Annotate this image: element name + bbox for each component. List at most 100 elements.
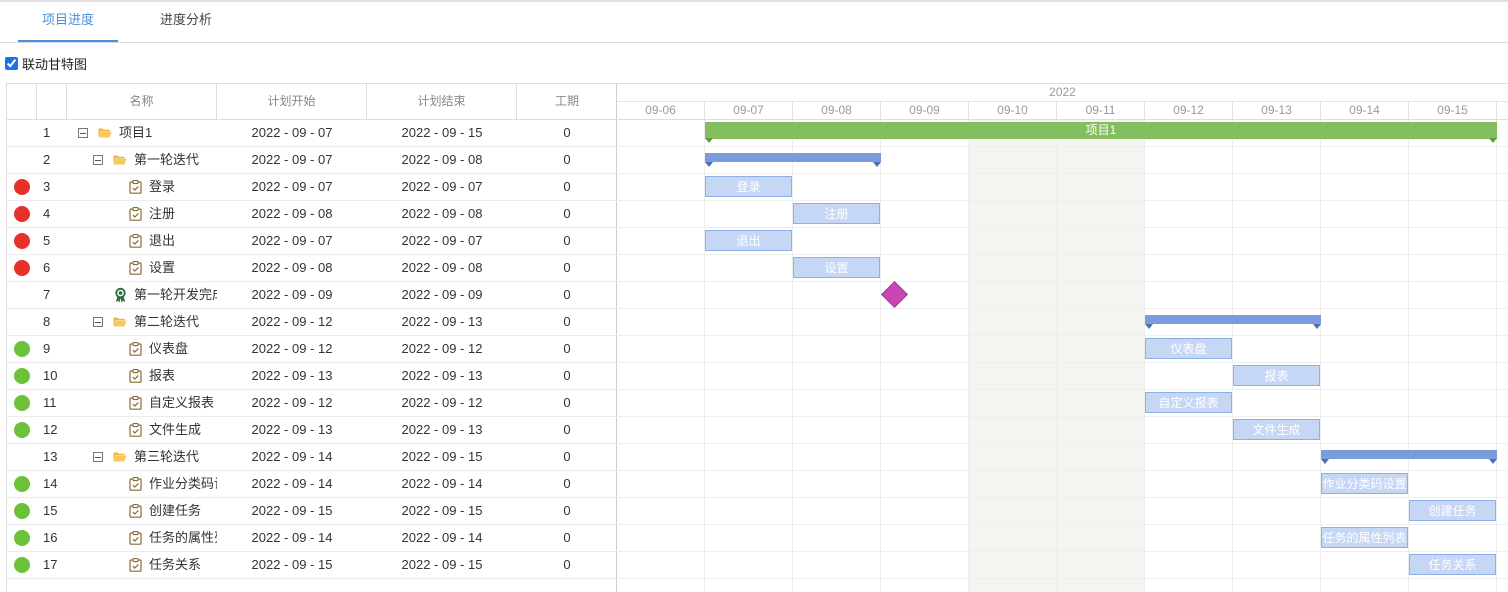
summary-bar-end-marker [873,162,881,167]
table-row[interactable]: 9 仪表盘 2022 - 09 - 12 2022 - 09 - 12 0 [7,336,617,363]
task-bar[interactable]: 仪表盘 [1145,338,1232,359]
task-name[interactable]: 第一轮开发完成 [134,282,217,308]
task-end: 2022 - 09 - 12 [401,395,483,410]
task-duration: 0 [563,422,571,437]
row-gridline [617,524,1508,525]
table-row[interactable]: 11 自定义报表 2022 - 09 - 12 2022 - 09 - 12 0 [7,390,617,417]
task-bar[interactable]: 退出 [705,230,792,251]
table-row[interactable]: 4 注册 2022 - 09 - 08 2022 - 09 - 08 0 [7,201,617,228]
task-name[interactable]: 任务关系 [149,552,217,578]
tab-project-progress[interactable]: 项目进度 [18,2,118,42]
task-start: 2022 - 09 - 15 [251,503,333,518]
row-number: 2 [43,152,51,167]
task-bar[interactable]: 自定义报表 [1145,392,1232,413]
day-gridline [792,120,793,592]
task-end: 2022 - 09 - 09 [401,287,483,302]
task-start: 2022 - 09 - 13 [251,368,333,383]
table-row[interactable]: 15 创建任务 2022 - 09 - 15 2022 - 09 - 15 0 [7,498,617,525]
task-bar[interactable]: 创建任务 [1409,500,1496,521]
task-name[interactable]: 仪表盘 [149,336,217,362]
task-name[interactable]: 创建任务 [149,498,217,524]
status-dot-green [14,422,30,438]
folder-open-icon [113,155,127,165]
task-name[interactable]: 第一轮迭代 [134,147,217,173]
milestone-diamond[interactable] [881,281,908,308]
project-bar-end-marker [705,138,713,143]
tab-progress-analysis[interactable]: 进度分析 [136,2,236,42]
task-bar[interactable]: 报表 [1233,365,1320,386]
task-bar[interactable]: 任务的属性列表 [1321,527,1408,548]
task-duration: 0 [563,368,571,383]
gantt-chart: 2022 09-06 09-07 09-08 09-09 09-10 09-11 09-12… [617,83,1508,592]
collapse-toggle-icon[interactable] [93,317,103,327]
table-row[interactable]: 8 第二轮迭代 2022 - 09 - 12 2022 - 09 - 13 0 [7,309,617,336]
folder-open-icon [113,317,127,327]
task-name[interactable]: 报表 [149,363,217,389]
task-duration: 0 [563,287,571,302]
task-name[interactable]: 退出 [149,228,217,254]
task-name[interactable]: 作业分类码设置 [149,471,217,497]
table-row[interactable]: 1 项目1 2022 - 09 - 07 2022 - 09 - 15 0 [7,120,617,147]
table-row[interactable]: 14 作业分类码设置 2022 - 09 - 14 2022 - 09 - 14 0 [7,471,617,498]
task-start: 2022 - 09 - 12 [251,314,333,329]
summary-bar[interactable] [1145,315,1321,324]
row-number: 8 [43,314,51,329]
task-bar[interactable]: 任务关系 [1409,554,1496,575]
table-row[interactable]: 16 任务的属性列表 2022 - 09 - 14 2022 - 09 - 14 0 [7,525,617,552]
task-name[interactable]: 自定义报表 [149,390,217,416]
link-gantt-checkbox[interactable] [5,56,18,70]
status-dot-green [14,557,30,573]
task-name[interactable]: 设置 [149,255,217,281]
task-end: 2022 - 09 - 08 [401,152,483,167]
task-name[interactable]: 注册 [149,201,217,227]
summary-bar[interactable] [705,153,881,162]
row-gridline [617,578,1508,579]
task-name[interactable]: 文件生成 [149,417,217,443]
task-name[interactable]: 登录 [149,174,217,200]
link-gantt-toggle[interactable]: 联动甘特图 [5,54,87,72]
status-dot-green [14,530,30,546]
row-number: 4 [43,206,51,221]
task-clipboard-icon [129,504,142,518]
task-end: 2022 - 09 - 08 [401,260,483,275]
task-bar[interactable]: 设置 [793,257,880,278]
task-name[interactable]: 第三轮迭代 [134,444,217,470]
header-name[interactable]: 名称 [67,84,217,119]
table-row[interactable]: 7 第一轮开发完成 2022 - 09 - 09 2022 - 09 - 09 0 [7,282,617,309]
header-end[interactable]: 计划结束 [367,84,517,119]
task-bar[interactable]: 文件生成 [1233,419,1320,440]
project-bar[interactable]: 项目1 [705,122,1497,139]
task-name[interactable]: 项目1 [119,120,217,146]
table-row[interactable]: 6 设置 2022 - 09 - 08 2022 - 09 - 08 0 [7,255,617,282]
task-bar[interactable]: 登录 [705,176,792,197]
task-name[interactable]: 第二轮迭代 [134,309,217,335]
task-start: 2022 - 09 - 08 [251,260,333,275]
table-row[interactable]: 13 第三轮迭代 2022 - 09 - 14 2022 - 09 - 15 0 [7,444,617,471]
table-row[interactable]: 3 登录 2022 - 09 - 07 2022 - 09 - 07 0 [7,174,617,201]
status-dot-green [14,503,30,519]
header-start[interactable]: 计划开始 [217,84,367,119]
task-bar[interactable]: 作业分类码设置 [1321,473,1408,494]
collapse-toggle-icon[interactable] [93,155,103,165]
row-gridline [617,389,1508,390]
collapse-toggle-icon[interactable] [93,452,103,462]
task-name[interactable]: 任务的属性列表 [149,525,217,551]
summary-bar-end-marker [1313,324,1321,329]
summary-bar[interactable] [1321,450,1497,459]
task-start: 2022 - 09 - 07 [251,125,333,140]
task-start: 2022 - 09 - 07 [251,179,333,194]
table-row[interactable]: 12 文件生成 2022 - 09 - 13 2022 - 09 - 13 0 [7,417,617,444]
timeline-day: 09-12 [1145,102,1233,119]
status-dot-red [14,260,30,276]
table-row[interactable]: 17 任务关系 2022 - 09 - 15 2022 - 09 - 15 0 [7,552,617,579]
collapse-toggle-icon[interactable] [78,128,88,138]
table-row[interactable]: 5 退出 2022 - 09 - 07 2022 - 09 - 07 0 [7,228,617,255]
task-duration: 0 [563,206,571,221]
table-row[interactable]: 10 报表 2022 - 09 - 13 2022 - 09 - 13 0 [7,363,617,390]
weekend-shade [1057,120,1145,592]
header-duration[interactable]: 工期 [517,84,617,119]
table-row[interactable]: 2 第一轮迭代 2022 - 09 - 07 2022 - 09 - 08 0 [7,147,617,174]
day-gridline [968,120,969,592]
task-bar[interactable]: 注册 [793,203,880,224]
task-end: 2022 - 09 - 08 [401,206,483,221]
